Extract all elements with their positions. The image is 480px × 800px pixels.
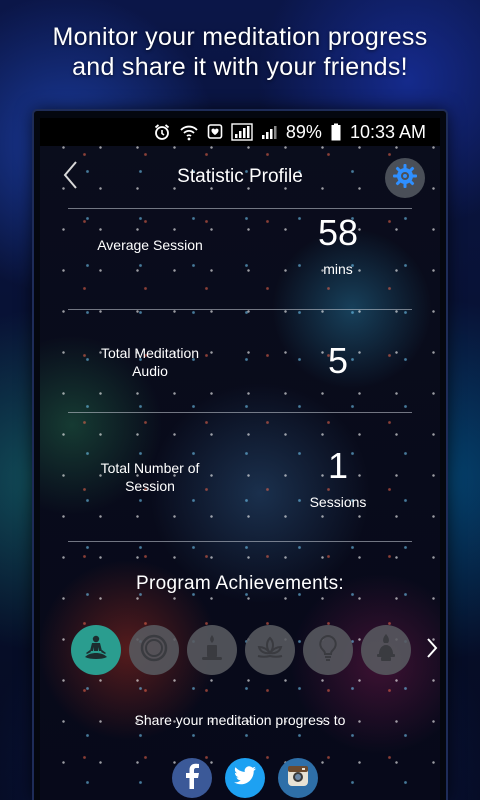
- wifi-icon: [179, 123, 199, 141]
- lightbulb-icon: [315, 633, 341, 668]
- app-header: Statistic Profile: [40, 146, 440, 206]
- alarm-icon: [153, 123, 171, 141]
- signal-icon: [261, 123, 277, 141]
- battery-icon: [331, 123, 341, 141]
- divider: [68, 208, 412, 209]
- achievement-badge[interactable]: [129, 625, 179, 675]
- signal-icon: [231, 123, 253, 141]
- incense-icon: [371, 632, 401, 669]
- achievement-badge[interactable]: [245, 625, 295, 675]
- stat-value: 1: [327, 445, 349, 486]
- twitter-share-button[interactable]: [225, 758, 265, 798]
- divider: [68, 541, 412, 542]
- notification-icon: [207, 123, 223, 141]
- meditation-figure-icon: [81, 633, 111, 668]
- promo-headline: Monitor your meditation progress and sha…: [0, 22, 480, 82]
- stat-unit: mins: [323, 261, 353, 277]
- instagram-icon: [286, 764, 310, 793]
- stat-label-line: Session: [125, 478, 175, 494]
- divider: [68, 412, 412, 413]
- achievements-row: [71, 625, 411, 675]
- share-label: Share your meditation progress to: [134, 712, 346, 728]
- achievement-badge[interactable]: [303, 625, 353, 675]
- stat-unit: Sessions: [309, 494, 367, 510]
- promo-line-2: and share it with your friends!: [72, 53, 408, 81]
- chevron-right-icon: [426, 637, 438, 664]
- phone-frame: 89% 10:33 AM Statistic Profile Average S…: [34, 111, 446, 800]
- facebook-icon: [182, 763, 202, 794]
- instagram-share-button[interactable]: [278, 758, 318, 798]
- achievements-next-button[interactable]: [424, 637, 440, 664]
- stat-value: 5: [327, 340, 349, 381]
- clock-time: 10:33 AM: [349, 121, 426, 142]
- lotus-icon: [254, 633, 286, 668]
- stat-label: Average Session: [70, 236, 230, 254]
- stat-label-line: Total Meditation: [100, 345, 200, 361]
- facebook-share-button[interactable]: [172, 758, 212, 798]
- stat-label: Total Number of Session: [70, 459, 230, 495]
- stat-label-line: Audio: [132, 363, 168, 379]
- stat-label: Total Meditation Audio: [70, 344, 230, 380]
- stat-label-line: Average Session: [97, 237, 203, 253]
- divider: [68, 309, 412, 310]
- achievements-title: Program Achievements:: [136, 573, 344, 594]
- app-screen: 89% 10:33 AM Statistic Profile Average S…: [40, 118, 440, 800]
- candle-icon: [197, 633, 227, 668]
- stat-value: 58: [317, 212, 359, 253]
- twitter-icon: [233, 765, 257, 791]
- settings-button[interactable]: [385, 158, 425, 198]
- page-title: Statistic Profile: [177, 166, 303, 187]
- singing-bowl-icon: [138, 632, 170, 669]
- battery-percent: 89%: [285, 121, 322, 142]
- gear-icon: [392, 163, 418, 194]
- promo-line-1: Monitor your meditation progress: [52, 23, 428, 51]
- status-bar: 89% 10:33 AM: [40, 118, 440, 146]
- achievement-badge[interactable]: [187, 625, 237, 675]
- stat-label-line: Total Number of: [100, 460, 200, 476]
- achievement-badge[interactable]: [71, 625, 121, 675]
- achievement-badge[interactable]: [361, 625, 411, 675]
